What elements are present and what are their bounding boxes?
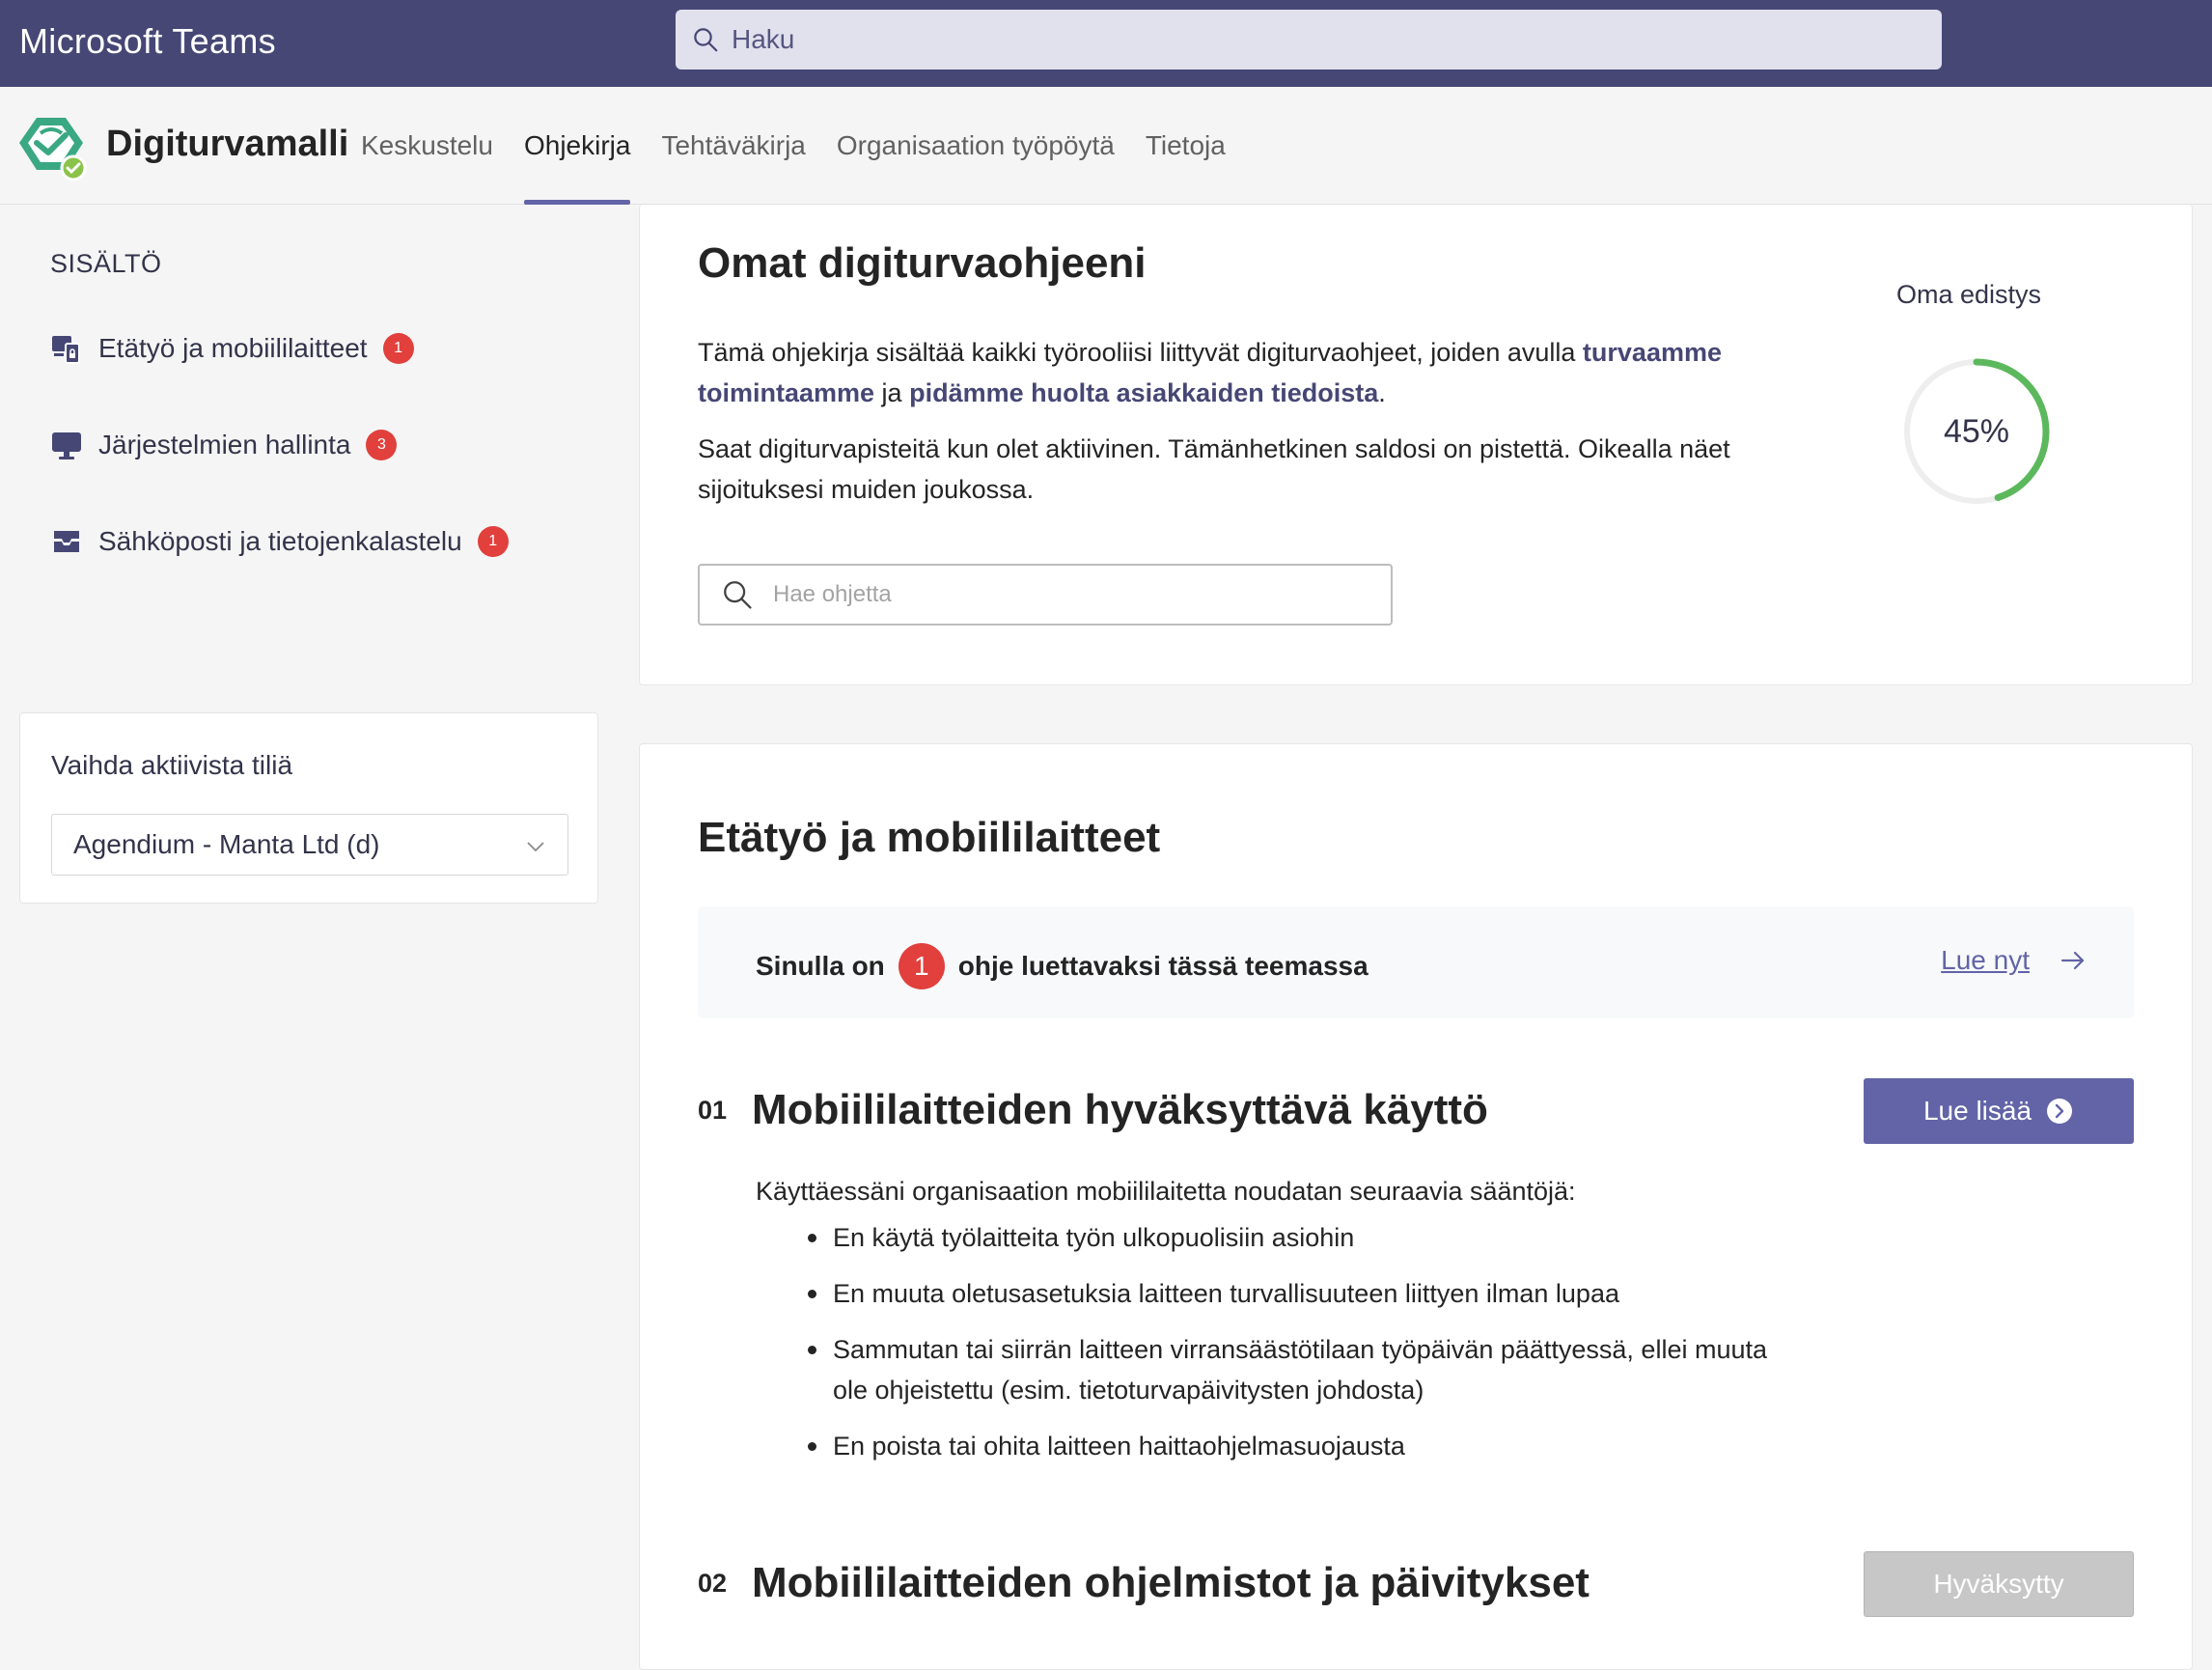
guide-title: Mobiililaitteiden hyväksyttävä käyttö [752,1086,1488,1133]
sidebar-item-label: Sähköposti ja tietojenkalastelu [98,526,462,556]
progress-label: Oma edistys [1896,280,2042,309]
accepted-button: Hyväksytty [1864,1551,2134,1617]
global-search-box[interactable] [676,10,1942,70]
tab-ohjekirja[interactable]: Ohjekirja [523,87,631,205]
intro-text: . [1378,378,1386,407]
sidebar-item-etatyo[interactable]: Etätyö ja mobiililaitteet 1 [50,332,414,365]
tab-organisaation-tyopoyta[interactable]: Organisaation työpöytä [837,87,1115,205]
sidebar-item-label: Etätyö ja mobiililaitteet [98,333,368,363]
read-now-link[interactable]: Lue nyt [1941,945,2088,976]
unread-badge: 1 [382,333,414,364]
progress-value: 45% [1944,413,2009,450]
tab-tietoja[interactable]: Tietoja [1146,87,1226,205]
intro-text: Tämä ohjekirja sisältää kaikki työroolii… [698,338,1583,367]
arrow-right-icon [2060,951,2085,970]
unread-notice: Sinulla on 1 ohje luettavaksi tässä teem… [698,906,2134,1018]
teams-title: Microsoft Teams [19,21,276,61]
shield-logo-icon [19,118,87,181]
list-item: En poista tai ohita laitteen haittaohjel… [808,1426,1798,1466]
list-item: Sammutan tai siirrän laitteen virransääs… [808,1329,1798,1410]
sidebar-item-jarjestelmien-hallinta[interactable]: Järjestelmien hallinta 3 [50,429,398,461]
page-title: Omat digiturvaohjeeni [698,239,1147,287]
global-search-input[interactable] [732,24,1890,55]
account-select[interactable]: Agendium - Manta Ltd (d) [51,814,568,876]
app-name: Digiturvamalli [106,124,349,164]
mail-inbox-icon [54,531,79,552]
account-switcher-label: Vaihda aktiivista tiliä [51,750,293,780]
topic-title: Etätyö ja mobiililaitteet [698,814,1161,861]
search-icon [694,28,718,52]
notice-count-badge: 1 [898,943,945,989]
read-more-label: Lue lisää [1922,1096,2032,1126]
chevron-circle-right-icon [2047,1099,2073,1124]
progress-ring: 45% [1903,358,2050,505]
sidebar-item-sahkoposti[interactable]: Sähköposti ja tietojenkalastelu 1 [50,525,509,558]
tab-tehtavakirja[interactable]: Tehtäväkirja [661,87,805,205]
list-item: En käytä työlaitteita työn ulkopuolisiin… [808,1217,1798,1258]
sidebar-heading: SISÄLTÖ [50,249,162,278]
guide-number: 01 [698,1096,728,1125]
topic-card: Etätyö ja mobiililaitteet Sinulla on 1 o… [639,743,2193,1670]
app-tabs: Keskustelu Ohjekirja Tehtäväkirja Organi… [361,87,1257,205]
notice-text: Sinulla on 1 ohje luettavaksi tässä teem… [756,943,1369,989]
search-icon [724,581,752,609]
list-item: En muuta oletusasetuksia laitteen turval… [808,1273,1798,1314]
guide-title: Mobiililaitteiden ohjelmistot ja päivity… [752,1559,1590,1606]
chevron-down-icon [527,842,544,852]
guide-search-box[interactable] [698,564,1393,626]
read-more-button[interactable]: Lue lisää [1864,1078,2134,1144]
unread-badge: 1 [477,526,509,557]
guide-number: 02 [698,1569,728,1598]
notice-prefix: Sinulla on [756,951,885,981]
points-paragraph: Saat digiturvapisteitä kun olet aktiivin… [698,434,1730,504]
intro-paragraph: Tämä ohjekirja sisältää kaikki työroolii… [698,332,1808,413]
intro-card: Omat digiturvaohjeeni Tämä ohjekirja sis… [639,205,2193,685]
account-switcher-card: Vaihda aktiivista tiliä Agendium - Manta… [19,712,598,904]
intro-text: ja [874,378,910,407]
read-now-label: Lue nyt [1941,945,2030,975]
unread-badge: 3 [366,430,398,460]
guide-intro: Käyttäessäni organisaation mobiililaitet… [756,1177,1576,1206]
intro-highlight: pidämme huolta asiakkaiden tiedoista [909,378,1379,407]
notice-suffix: ohje luettavaksi tässä teemassa [957,951,1369,981]
devices-lock-icon [52,336,80,364]
account-selected-value: Agendium - Manta Ltd (d) [73,829,380,859]
sidebar-item-label: Järjestelmien hallinta [98,430,351,459]
guide-search-input[interactable] [773,581,1371,608]
rules-list: En käytä työlaitteita työn ulkopuolisiin… [808,1217,1798,1482]
app-header: Digiturvamalli Keskustelu Ohjekirja Teht… [0,87,2212,205]
teams-top-bar: Microsoft Teams [0,0,2212,87]
monitor-icon [52,432,81,459]
tab-keskustelu[interactable]: Keskustelu [361,87,493,205]
